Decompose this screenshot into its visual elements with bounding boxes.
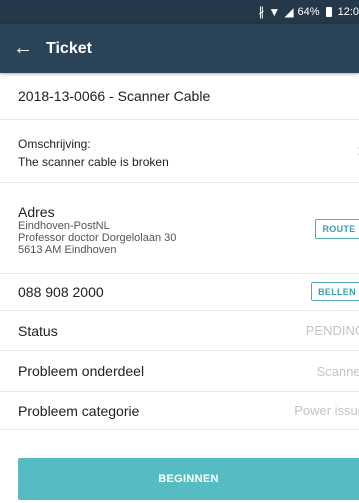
phone-number: 088 908 2000: [18, 284, 104, 300]
description-label: Omschrijving:: [18, 137, 91, 151]
page-title: Ticket: [46, 39, 92, 57]
part-label: Probleem onderdeel: [18, 363, 145, 379]
phone-row: 088 908 2000 BELLEN: [0, 274, 359, 311]
battery-icon: [325, 7, 332, 17]
status-value: PENDING: [305, 323, 359, 338]
status-bar: ∦ ▼ ◢ 64% 12:0: [0, 0, 359, 24]
bluetooth-icon: ∦: [258, 5, 265, 19]
route-button[interactable]: ROUTE: [315, 219, 359, 239]
address-label: Adres: [18, 204, 55, 220]
address-line-2: Professor doctor Dorgelolaan 30: [18, 232, 177, 244]
signal-icon: ◢: [284, 5, 294, 19]
status-label: Status: [18, 322, 58, 339]
arrow-left-icon[interactable]: ←: [0, 37, 46, 60]
call-button[interactable]: BELLEN: [311, 282, 359, 301]
status-row: Status PENDING: [0, 311, 359, 351]
app-bar: ← Ticket: [0, 24, 359, 73]
part-value: Scanner: [316, 363, 359, 379]
description-row[interactable]: Omschrijving: The scanner cable is broke…: [0, 120, 359, 183]
ticket-title-row: 2018-13-0066 - Scanner Cable: [0, 73, 359, 120]
description-value: The scanner cable is broken: [18, 155, 169, 169]
begin-button[interactable]: BEGINNEN: [18, 458, 359, 500]
address-line-1: Eindhoven-PostNL: [18, 220, 110, 232]
category-value: Power issue: [294, 403, 359, 418]
address-row: Adres Eindhoven-PostNL Professor doctor …: [0, 183, 359, 274]
part-row[interactable]: Probleem onderdeel Scanner: [0, 351, 359, 392]
ticket-title: 2018-13-0066 - Scanner Cable: [18, 88, 211, 104]
wifi-icon: ▼: [268, 5, 281, 19]
category-label: Probleem categorie: [18, 402, 140, 419]
category-row[interactable]: Probleem categorie Power issue: [0, 392, 359, 430]
battery-percent: 64%: [297, 6, 320, 18]
address-line-3: 5613 AM Eindhoven: [18, 244, 117, 256]
clock: 12:0: [337, 6, 359, 18]
